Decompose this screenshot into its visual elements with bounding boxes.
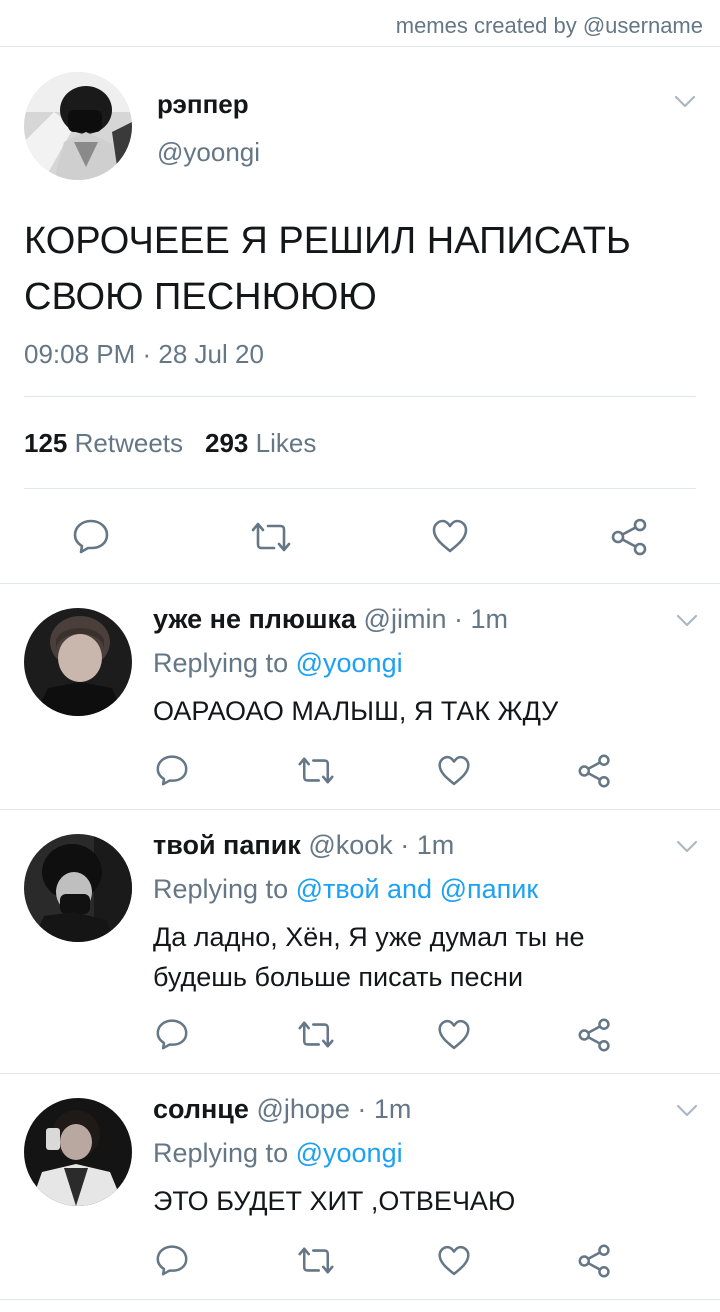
replying-prefix: Replying to [153, 1138, 289, 1168]
reply-text-line: будешь больше писать песни [153, 962, 524, 992]
replying-handles-link[interactable]: @твой and @папик [296, 874, 539, 904]
display-name[interactable]: твой папик [153, 830, 301, 860]
display-name[interactable]: уже не плюшка [153, 604, 356, 634]
display-name[interactable]: рэппер [157, 89, 249, 120]
like-count[interactable]: 293 [205, 428, 248, 458]
retweet-label[interactable]: Retweets [75, 428, 183, 458]
replying-to: Replying to @твой and @папик [153, 874, 538, 905]
share-icon[interactable] [577, 754, 613, 788]
reply-tweet: уже не плюшка @jimin · 1m Replying to @y… [0, 584, 720, 810]
tweet-text-line: СВОЮ ПЕСНЮЮЮ [24, 276, 377, 318]
share-icon[interactable] [577, 1018, 613, 1052]
reply-header: уже не плюшка @jimin · 1m [153, 604, 508, 635]
avatar[interactable] [24, 834, 132, 942]
handle-time[interactable]: @jimin · 1m [364, 604, 508, 634]
replying-prefix: Replying to [153, 874, 289, 904]
heart-icon[interactable] [437, 755, 471, 786]
share-icon[interactable] [577, 1244, 613, 1278]
replying-to: Replying to @yoongi [153, 1138, 403, 1169]
avatar[interactable] [24, 608, 132, 716]
retweet-count[interactable]: 125 [24, 428, 67, 458]
like-label[interactable]: Likes [256, 428, 317, 458]
divider [24, 488, 696, 489]
reply-text: ОАРАОАО МАЛЫШ, Я ТАК ЖДУ [153, 691, 558, 731]
replying-handles-link[interactable]: @yoongi [296, 1138, 403, 1168]
display-name[interactable]: солнце [153, 1094, 249, 1124]
handle-time[interactable]: @kook · 1m [308, 830, 454, 860]
avatar[interactable] [24, 1098, 132, 1206]
tweet-stats: 125 Retweets 293 Likes [24, 428, 316, 459]
replying-to: Replying to @yoongi [153, 648, 403, 679]
heart-icon[interactable] [431, 519, 469, 553]
retweet-icon[interactable] [297, 1246, 335, 1275]
tweet-text-line: КОРОЧЕЕЕ Я РЕШИЛ НАПИСАТЬ [24, 220, 631, 262]
tweet-text: КОРОЧЕЕЕ Я РЕШИЛ НАПИСАТЬ СВОЮ ПЕСНЮЮЮ [24, 213, 704, 325]
chevron-down-icon[interactable] [674, 95, 696, 109]
tweet-timestamp[interactable]: 09:08 PM · 28 Jul 20 [24, 339, 264, 370]
heart-icon[interactable] [437, 1245, 471, 1276]
reply-text-line: ЭТО БУДЕТ ХИТ ,ОТВЕЧАЮ [153, 1186, 516, 1216]
reply-tweet: твой папик @kook · 1m Replying to @твой … [0, 810, 720, 1074]
reply-header: твой папик @kook · 1m [153, 830, 454, 861]
reply-text-line: Да ладно, Хён, Я уже думал ты не [153, 922, 585, 952]
reply-icon[interactable] [155, 1244, 189, 1276]
handle-time[interactable]: @jhope · 1m [256, 1094, 411, 1124]
retweet-icon[interactable] [297, 756, 335, 785]
reply-text: Да ладно, Хён, Я уже думал ты не будешь … [153, 917, 585, 997]
reply-icon[interactable] [155, 754, 189, 786]
user-handle[interactable]: @yoongi [157, 137, 260, 168]
reply-tweet: солнце @jhope · 1m Replying to @yoongi Э… [0, 1074, 720, 1300]
reply-icon[interactable] [155, 1018, 189, 1050]
reply-header: солнце @jhope · 1m [153, 1094, 411, 1125]
retweet-icon[interactable] [250, 521, 292, 553]
retweet-icon[interactable] [297, 1020, 335, 1049]
reply-icon[interactable] [72, 518, 110, 554]
main-tweet: рэппер @yoongi КОРОЧЕЕЕ Я РЕШИЛ НАПИСАТЬ… [0, 47, 720, 584]
chevron-down-icon[interactable] [676, 614, 698, 628]
reply-text-line: ОАРАОАО МАЛЫШ, Я ТАК ЖДУ [153, 696, 559, 726]
top-bar: memes created by @username [0, 0, 720, 47]
chevron-down-icon[interactable] [676, 840, 698, 854]
replying-handles-link[interactable]: @yoongi [296, 648, 403, 678]
avatar[interactable] [24, 72, 132, 180]
chevron-down-icon[interactable] [676, 1104, 698, 1118]
divider [24, 396, 696, 397]
share-icon[interactable] [610, 518, 650, 556]
heart-icon[interactable] [437, 1019, 471, 1050]
reply-text: ЭТО БУДЕТ ХИТ ,ОТВЕЧАЮ [153, 1181, 515, 1221]
replying-prefix: Replying to [153, 648, 289, 678]
credit-text: memes created by @username [395, 13, 703, 38]
